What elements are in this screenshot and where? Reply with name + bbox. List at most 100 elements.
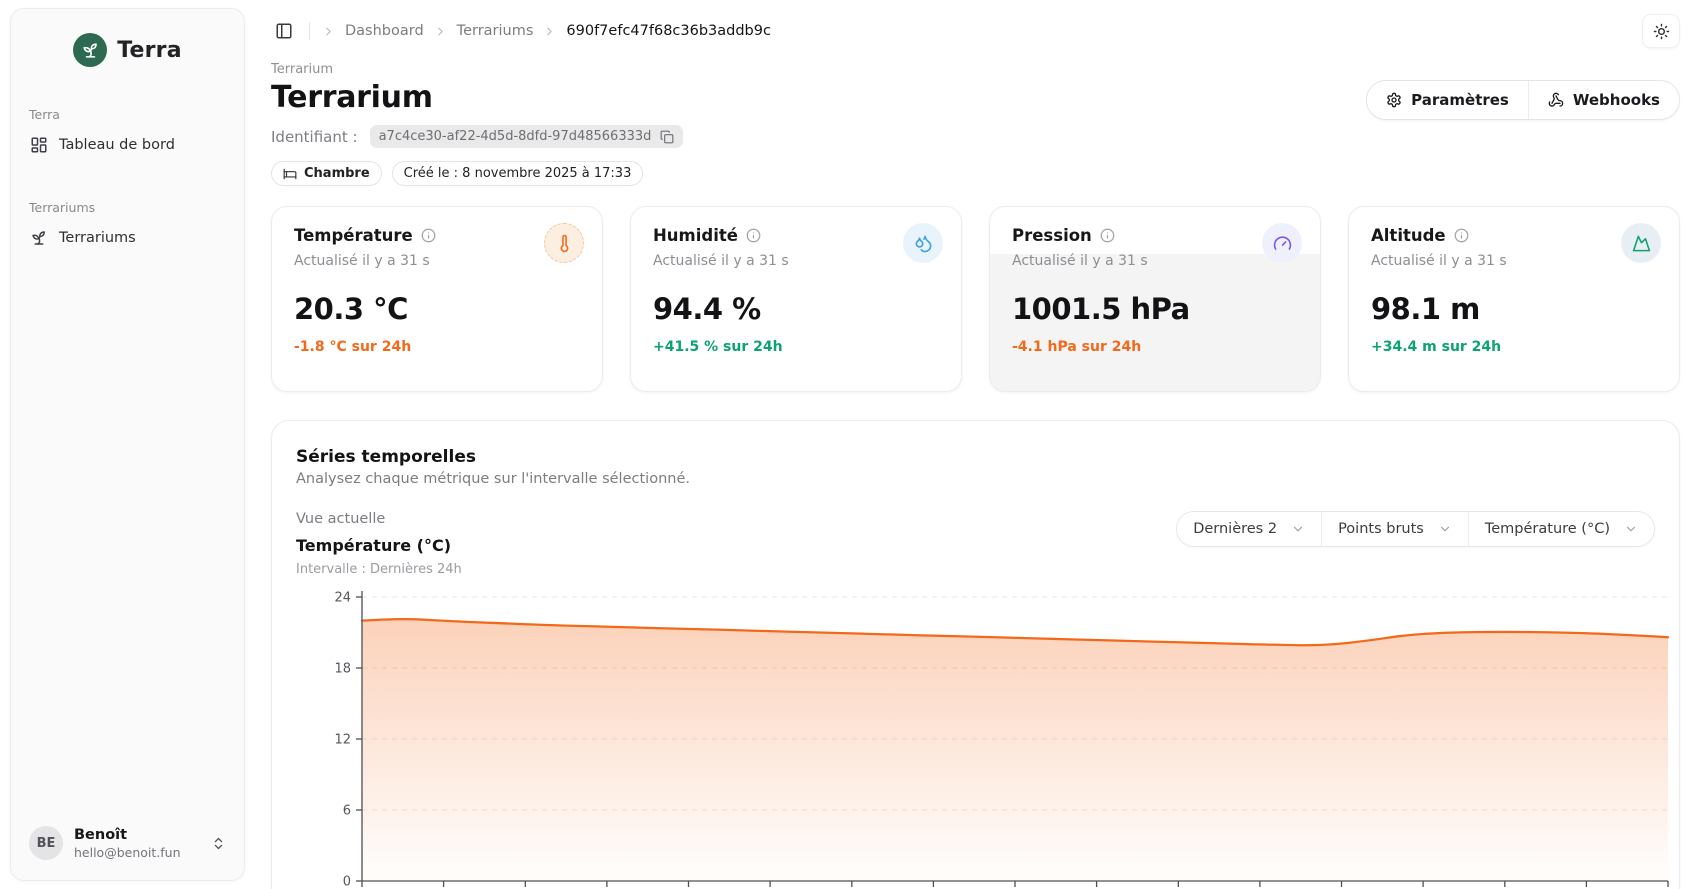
metric-updated: Actualisé il y a 31 s (1371, 253, 1507, 269)
metric-icon-badge (544, 223, 584, 263)
info-icon[interactable] (1100, 228, 1115, 243)
metric-icon-badge (1621, 223, 1661, 263)
chevrons-up-down-icon (211, 836, 226, 851)
timeseries-subtitle: Analysez chaque métrique sur l'intervall… (296, 471, 690, 487)
webhooks-button[interactable]: Webhooks (1527, 81, 1679, 119)
user-name: Benoît (74, 826, 128, 843)
metric-value: 98.1 m (1371, 292, 1480, 326)
metric-title: Humidité (653, 226, 738, 245)
sun-icon (1653, 23, 1669, 39)
metric-updated: Actualisé il y a 31 s (653, 253, 789, 269)
chevron-right-icon (322, 25, 335, 38)
created-badge-label: Créé le : 8 novembre 2025 à 17:33 (403, 166, 632, 181)
metric-icon-badge (903, 223, 943, 263)
sidebar-item-label: Tableau de bord (59, 137, 175, 153)
interval-select[interactable]: Dernières 2 (1177, 512, 1322, 546)
webhook-icon (1548, 92, 1564, 107)
metric-delta: +34.4 m sur 24h (1371, 339, 1502, 355)
created-badge: Créé le : 8 novembre 2025 à 17:33 (391, 161, 644, 186)
timeseries-title: Séries temporelles (296, 447, 476, 467)
page-header: Terrarium Terrarium Identifiant : a7c4ce… (271, 62, 1680, 186)
metric-delta: +41.5 % sur 24h (653, 339, 783, 355)
chart-controls: Dernières 2 Points bruts Température (°C) (1176, 511, 1655, 547)
svg-text:0: 0 (343, 875, 351, 889)
header-actions: Paramètres Webhooks (1366, 80, 1680, 120)
breadcrumb: Dashboard Terrariums 690f7efc47f68c36b3a… (322, 23, 771, 39)
page-eyebrow: Terrarium (271, 62, 334, 77)
sidebar-item-tableau-de-bord[interactable]: Tableau de bord (21, 128, 234, 162)
info-icon[interactable] (746, 228, 761, 243)
sprout-icon (83, 42, 97, 58)
layout-dashboard-icon (31, 137, 47, 153)
metric-select[interactable]: Température (°C) (1467, 512, 1654, 546)
chevron-down-icon (1293, 526, 1303, 532)
chevron-down-icon (1626, 526, 1636, 532)
svg-text:12: 12 (334, 733, 351, 748)
metric-delta: -4.1 hPa sur 24h (1012, 339, 1142, 355)
user-email: hello@benoit.fun (74, 844, 181, 860)
metric-title: Altitude (1371, 226, 1446, 245)
breadcrumb-terrariums[interactable]: Terrariums (457, 23, 534, 39)
svg-text:6: 6 (343, 804, 351, 819)
breadcrumb-terrarium-id: 690f7efc47f68c36b3addb9c (566, 23, 771, 39)
sidebar-toggle-button[interactable] (271, 18, 297, 44)
select-value: Température (°C) (1484, 521, 1610, 537)
metric-updated: Actualisé il y a 31 s (294, 253, 430, 269)
metric-updated: Actualisé il y a 31 s (1012, 253, 1148, 269)
granularity-select[interactable]: Points bruts (1321, 512, 1468, 546)
select-value: Dernières 2 (1193, 521, 1278, 537)
identifier-chip: a7c4ce30-af22-4d5d-8dfd-97d48566333d (369, 125, 684, 148)
sprout-logo-icon (73, 33, 108, 67)
metric-icon-badge (1262, 223, 1302, 263)
chevron-right-icon (326, 27, 331, 35)
copy-icon (660, 130, 674, 143)
chevron-right-icon (434, 25, 447, 38)
divider (309, 22, 310, 40)
info-icon[interactable] (421, 228, 436, 243)
metric-title: Température (294, 226, 413, 245)
sidebar-section-terrariums: Terrariums (29, 200, 96, 215)
chevron-down-icon (1440, 526, 1449, 532)
current-view-label: Vue actuelle (296, 511, 386, 527)
topbar: Dashboard Terrariums 690f7efc47f68c36b3a… (271, 0, 1680, 54)
select-value: Points bruts (1338, 521, 1424, 537)
chart-title: Température (°C) (296, 536, 452, 555)
copy-id-button[interactable] (660, 130, 674, 144)
metric-value: 20.3 °C (294, 292, 408, 326)
gauge-icon (1273, 235, 1291, 250)
sprout-icon (32, 231, 45, 245)
droplets-icon (915, 235, 931, 252)
settings-button[interactable]: Paramètres (1367, 81, 1528, 119)
area-chart-svg: 0612182409 nov., 22:0209 nov., 23:3010 n… (334, 591, 1669, 889)
chevron-right-icon (543, 25, 556, 38)
metric-value: 1001.5 hPa (1012, 292, 1190, 326)
chevrons-up-down-icon (214, 837, 223, 849)
mountain-icon (1632, 235, 1650, 251)
breadcrumb-dashboard[interactable]: Dashboard (345, 23, 424, 39)
metric-card-temperature: Température Actualisé il y a 31 s 20.3 °C -… (271, 206, 603, 392)
user-menu-button[interactable]: BE Benoît hello@benoit.fun (21, 816, 234, 870)
sidebar-item-terrariums[interactable]: Terrariums (21, 221, 234, 255)
bed-icon (283, 168, 297, 179)
panel-left-icon (276, 23, 292, 39)
sidebar-item-label: Terrariums (59, 230, 136, 246)
app-logo: Terra (11, 9, 244, 93)
info-icon (746, 228, 761, 243)
identifier-label: Identifiant : (271, 127, 358, 146)
room-badge-label: Chambre (304, 166, 370, 181)
info-icon[interactable] (1454, 228, 1469, 243)
chevron-right-icon (438, 27, 443, 35)
info-icon (1454, 228, 1468, 243)
settings-button-label: Paramètres (1411, 91, 1509, 109)
main-content: Dashboard Terrariums 690f7efc47f68c36b3a… (245, 0, 1694, 889)
room-badge: Chambre (271, 161, 382, 186)
sidebar-section-terra: Terra (29, 107, 60, 122)
theme-toggle-button[interactable] (1642, 14, 1680, 48)
metric-value: 94.4 % (653, 292, 761, 326)
info-icon (421, 228, 436, 243)
metric-card-altitude: Altitude Actualisé il y a 31 s 98.1 m +34.4… (1348, 206, 1680, 392)
gear-icon (1387, 92, 1401, 108)
timeseries-card: Séries temporelles Analysez chaque métri… (271, 420, 1680, 889)
info-icon (1100, 228, 1115, 243)
svg-text:18: 18 (334, 662, 351, 677)
